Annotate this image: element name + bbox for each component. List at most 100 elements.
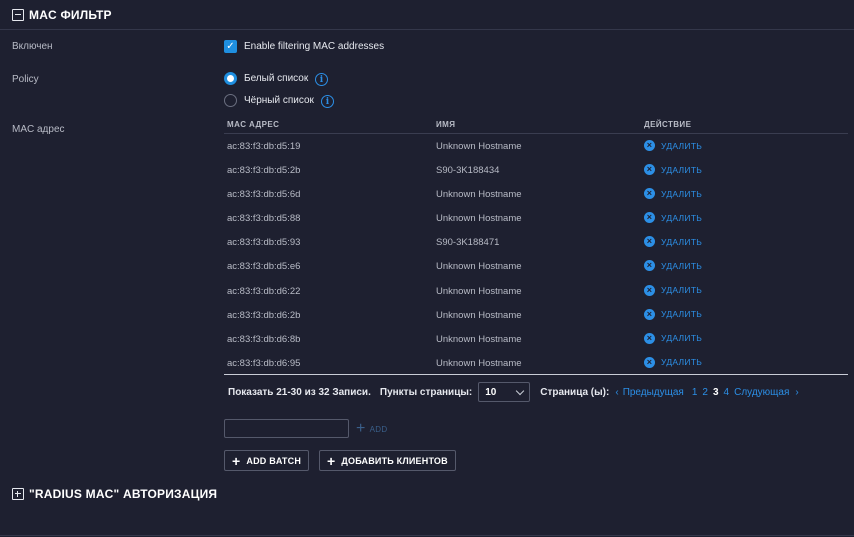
table-footer-line — [224, 374, 848, 375]
add-clients-button[interactable]: + ДОБАВИТЬ КЛИЕНТОВ — [319, 450, 456, 471]
remove-icon: × — [644, 164, 655, 176]
add-batch-button[interactable]: + ADD BATCH — [224, 450, 310, 471]
name-cell: Unknown Hostname — [436, 261, 522, 273]
remove-icon: × — [644, 332, 655, 344]
add-batch-label: ADD BATCH — [246, 455, 302, 466]
name-cell: S90-3K188471 — [436, 237, 500, 249]
whitelist-radio[interactable] — [224, 72, 237, 85]
name-cell: Unknown Hostname — [436, 333, 522, 345]
divider — [0, 535, 854, 536]
delete-label: УДАЛИТЬ — [661, 236, 703, 247]
chevron-left-icon[interactable]: ‹ — [615, 387, 618, 398]
remove-icon: × — [644, 308, 655, 320]
add-button[interactable]: + ADD — [356, 421, 387, 437]
delete-label: УДАЛИТЬ — [661, 260, 703, 271]
per-page-value: 10 — [485, 386, 497, 398]
name-cell: S90-3K188434 — [436, 165, 500, 177]
delete-button[interactable]: × УДАЛИТЬ — [644, 212, 703, 224]
page-number-link[interactable]: 4 — [724, 387, 730, 398]
check-icon: ✓ — [226, 40, 235, 52]
expand-icon[interactable] — [12, 488, 24, 500]
mac-cell: ac:83:f3:db:d5:6d — [227, 189, 301, 201]
remove-icon: × — [644, 212, 655, 224]
remove-icon: × — [644, 140, 655, 151]
page-number-link[interactable]: 1 — [692, 387, 698, 398]
name-cell: Unknown Hostname — [436, 309, 522, 321]
delete-button[interactable]: × УДАЛИТЬ — [644, 140, 702, 151]
mac-cell: ac:83:f3:db:d6:22 — [227, 285, 301, 297]
mac-cell: ac:83:f3:db:d5:88 — [227, 213, 301, 225]
mac-cell: ac:83:f3:db:d5:e6 — [227, 261, 301, 273]
plus-icon: + — [327, 452, 336, 469]
radius-mac-header[interactable]: "RADIUS MAC" АВТОРИЗАЦИЯ — [12, 486, 217, 502]
collapse-icon[interactable] — [12, 9, 24, 21]
table-header: MAC АДРЕС ИМЯ ДЕЙСТВИЕ — [224, 116, 848, 134]
table-row: ac:83:f3:db:d5:2b S90-3K188434 × УДАЛИТЬ — [224, 158, 848, 182]
mac-cell: ac:83:f3:db:d6:2b — [227, 309, 301, 321]
delete-button[interactable]: × УДАЛИТЬ — [644, 308, 702, 320]
page-numbers: 1234 — [687, 387, 729, 398]
mac-filter-header[interactable]: MAC ФИЛЬТР — [12, 7, 112, 23]
remove-icon: × — [644, 236, 655, 248]
table-row: ac:83:f3:db:d6:95 Unknown Hostname × УДАЛИТ… — [224, 351, 848, 375]
mac-table: MAC АДРЕС ИМЯ ДЕЙСТВИЕ ac:83:f3:db:d5:19… — [224, 116, 848, 375]
delete-label: УДАЛИТЬ — [661, 333, 703, 344]
enable-filter-checkbox[interactable]: ✓ — [224, 40, 237, 53]
records-summary: Показать 21-30 из 32 Записи. — [228, 386, 371, 398]
name-cell: Unknown Hostname — [436, 213, 522, 225]
page-label: Страница (ы): — [540, 386, 610, 398]
delete-label: УДАЛИТЬ — [661, 212, 703, 223]
delete-label: УДАЛИТЬ — [661, 164, 703, 175]
divider — [0, 29, 854, 30]
delete-button[interactable]: × УДАЛИТЬ — [644, 284, 703, 296]
column-header-name[interactable]: ИМЯ — [436, 120, 455, 129]
enabled-label: Включен — [12, 41, 53, 52]
radius-mac-title: "RADIUS MAC" АВТОРИЗАЦИЯ — [29, 487, 218, 501]
table-row: ac:83:f3:db:d5:e6 Unknown Hostname × УДАЛИТ… — [224, 254, 848, 278]
delete-button[interactable]: × УДАЛИТЬ — [644, 332, 703, 344]
next-page-link[interactable]: Слудующая — [734, 387, 789, 398]
info-icon[interactable]: i — [315, 73, 328, 86]
table-row: ac:83:f3:db:d5:93 S90-3K188471 × УДАЛИТЬ — [224, 230, 848, 254]
prev-page-link[interactable]: Предыдущая — [623, 387, 684, 398]
mac-add-input[interactable] — [224, 419, 349, 438]
remove-icon: × — [644, 284, 655, 296]
mac-cell: ac:83:f3:db:d6:95 — [227, 357, 301, 369]
delete-button[interactable]: × УДАЛИТЬ — [644, 260, 703, 272]
name-cell: Unknown Hostname — [436, 189, 522, 201]
table-row: ac:83:f3:db:d5:6d Unknown Hostname × УДАЛИТ… — [224, 182, 848, 206]
delete-label: УДАЛИТЬ — [661, 285, 703, 296]
table-row: ac:83:f3:db:d5:88 Unknown Hostname × УДАЛИТ… — [224, 206, 848, 230]
info-icon[interactable]: i — [321, 95, 334, 108]
delete-button[interactable]: × УДАЛИТЬ — [644, 164, 703, 176]
page-number-link[interactable]: 3 — [713, 387, 719, 398]
column-header-mac[interactable]: MAC АДРЕС — [227, 120, 279, 129]
delete-button[interactable]: × УДАЛИТЬ — [644, 356, 703, 368]
table-row: ac:83:f3:db:d6:22 Unknown Hostname × УДАЛИТ… — [224, 279, 848, 303]
delete-label: УДАЛИТЬ — [661, 357, 703, 368]
mac-cell: ac:83:f3:db:d5:19 — [227, 141, 301, 152]
table-row: ac:83:f3:db:d5:19 Unknown Hostname × УДАЛИТ… — [224, 134, 848, 158]
name-cell: Unknown Hostname — [436, 141, 522, 152]
name-cell: Unknown Hostname — [436, 285, 522, 297]
pagination: Показать 21-30 из 32 Записи. Пункты стра… — [228, 382, 799, 402]
delete-button[interactable]: × УДАЛИТЬ — [644, 236, 703, 248]
enable-filter-text: Enable filtering MAC addresses — [244, 41, 385, 52]
column-header-action: ДЕЙСТВИЕ — [644, 120, 692, 129]
delete-button[interactable]: × УДАЛИТЬ — [644, 188, 703, 200]
delete-label: УДАЛИТЬ — [661, 188, 703, 199]
chevron-right-icon[interactable]: › — [795, 387, 798, 398]
per-page-label: Пункты страницы: — [379, 386, 473, 398]
mac-cell: ac:83:f3:db:d5:2b — [227, 165, 301, 177]
mac-cell: ac:83:f3:db:d6:8b — [227, 333, 301, 345]
policy-label: Policy — [12, 74, 39, 85]
remove-icon: × — [644, 260, 655, 272]
remove-icon: × — [644, 188, 655, 200]
chevron-down-icon — [515, 386, 525, 395]
per-page-select[interactable]: 10 — [478, 382, 531, 402]
add-clients-label: ДОБАВИТЬ КЛИЕНТОВ — [341, 455, 448, 466]
remove-icon: × — [644, 356, 655, 368]
blacklist-radio[interactable] — [224, 94, 237, 107]
page-number-link[interactable]: 2 — [702, 387, 708, 398]
plus-icon: + — [232, 452, 241, 469]
